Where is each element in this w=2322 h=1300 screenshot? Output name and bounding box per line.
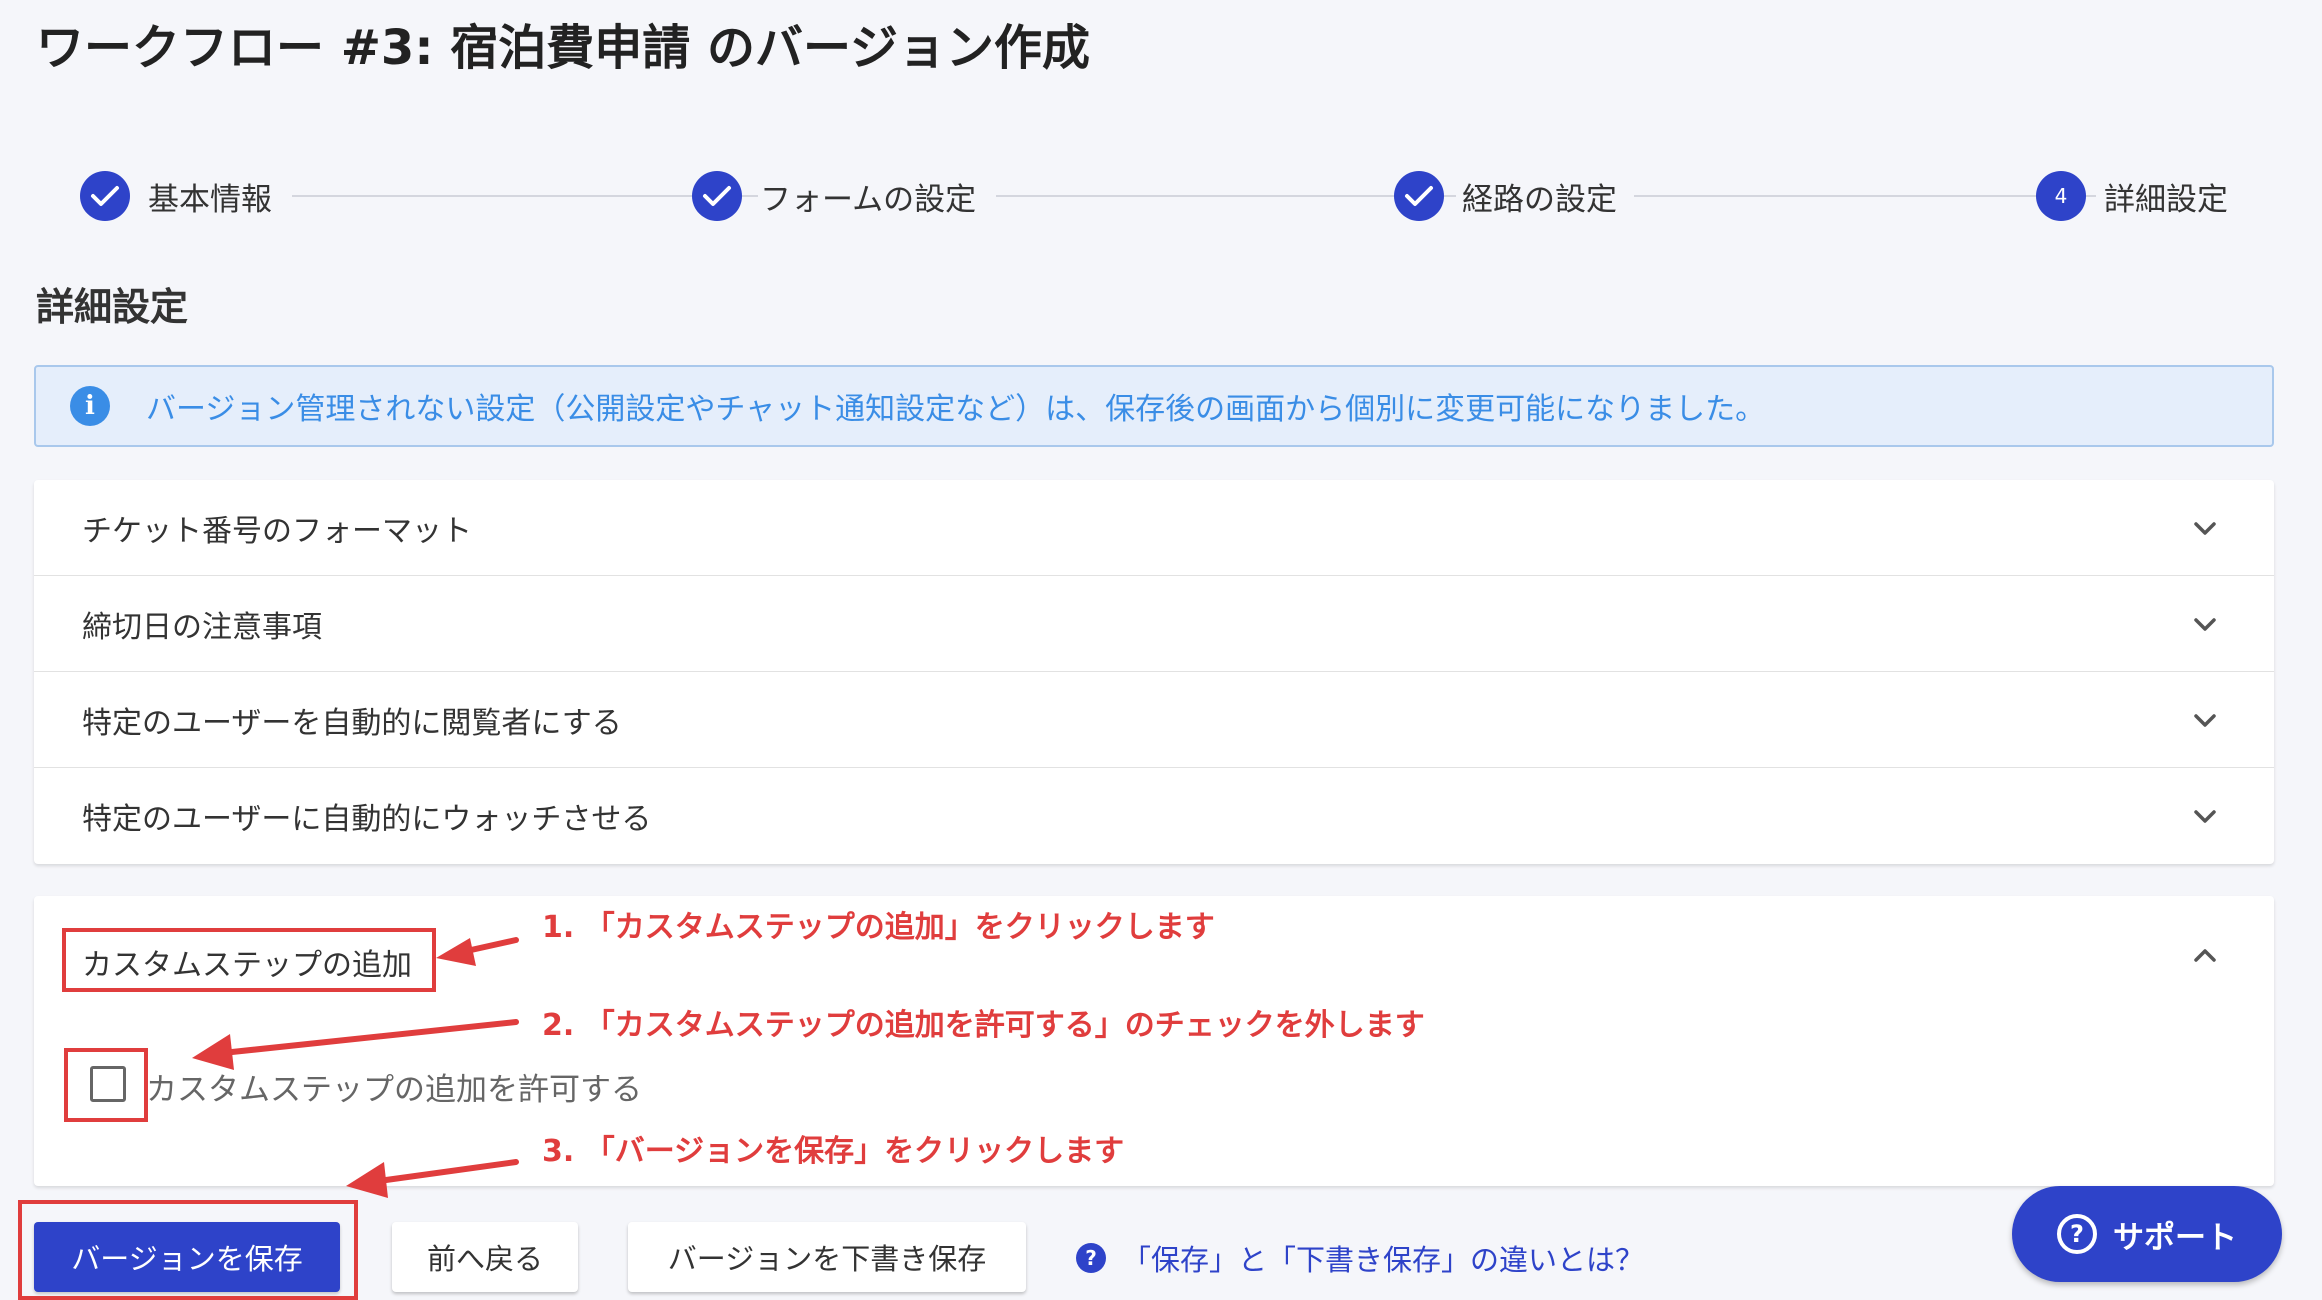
- accordion-label: 特定のユーザーに自動的にウォッチさせる: [82, 802, 652, 837]
- step-connector: [1634, 195, 2096, 197]
- accordion-deadline-notes[interactable]: 締切日の注意事項: [34, 576, 2274, 672]
- accordion-auto-watchers[interactable]: 特定のユーザーに自動的にウォッチさせる: [34, 768, 2274, 864]
- step-connector: [292, 195, 758, 197]
- check-icon: [692, 171, 742, 221]
- support-button[interactable]: ? サポート: [2012, 1186, 2282, 1282]
- accordion-ticket-number-format[interactable]: チケット番号のフォーマット: [34, 480, 2274, 576]
- annotation-step-1: 1. 「カスタムステップの追加」をクリックします: [542, 910, 1215, 945]
- step-form-settings[interactable]: フォームの設定: [692, 168, 976, 224]
- chevron-down-icon: [2194, 810, 2216, 823]
- allow-custom-step-label[interactable]: カスタムステップの追加を許可する: [146, 1064, 642, 1109]
- step-label: 詳細設定: [2104, 181, 2228, 218]
- settings-accordion: チケット番号のフォーマット 締切日の注意事項 特定のユーザーを自動的に閲覧者にす…: [34, 480, 2274, 864]
- page-title: ワークフロー #3: 宿泊費申請 のバージョン作成: [36, 20, 1090, 76]
- chevron-down-icon: [2194, 617, 2216, 631]
- step-basic-info[interactable]: 基本情報: [80, 168, 272, 224]
- accordion-label: 特定のユーザーを自動的に閲覧者にする: [82, 705, 622, 741]
- question-icon: ?: [1076, 1243, 1106, 1273]
- chevron-up-icon[interactable]: [2192, 944, 2218, 968]
- annotation-highlight-box: [64, 1048, 148, 1122]
- accordion-label: チケット番号のフォーマット: [82, 513, 472, 549]
- step-label: 基本情報: [148, 181, 272, 218]
- stepper: 基本情報 フォームの設定 経路の設定 4 詳細設定: [80, 168, 2230, 224]
- step-label: 経路の設定: [1462, 181, 1617, 218]
- save-difference-help-link[interactable]: ? 「保存」と「下書き保存」の違いとは？: [1076, 1236, 1644, 1280]
- step-route-settings[interactable]: 経路の設定: [1394, 168, 1617, 224]
- check-icon: [80, 171, 130, 221]
- support-label: サポート: [2113, 1219, 2237, 1256]
- annotation-step-3: 3. 「バージョンを保存」をクリックします: [542, 1134, 1125, 1169]
- back-button[interactable]: 前へ戻る: [392, 1222, 578, 1292]
- annotation-highlight-box: [62, 928, 436, 992]
- question-circle-icon: ?: [2057, 1214, 2097, 1254]
- chevron-down-icon: [2194, 521, 2216, 535]
- info-alert: i バージョン管理されない設定（公開設定やチャット通知設定など）は、保存後の画面…: [34, 365, 2274, 447]
- alert-text: バージョン管理されない設定（公開設定やチャット通知設定など）は、保存後の画面から…: [146, 392, 1766, 427]
- info-icon: i: [70, 386, 110, 426]
- section-title: 詳細設定: [36, 285, 189, 329]
- step-connector: [996, 195, 1456, 197]
- step-advanced-settings[interactable]: 4 詳細設定: [2036, 168, 2228, 224]
- annotation-step-2: 2. 「カスタムステップの追加を許可する」のチェックを外します: [542, 1008, 1425, 1043]
- accordion-auto-viewers[interactable]: 特定のユーザーを自動的に閲覧者にする: [34, 672, 2274, 768]
- accordion-label: 締切日の注意事項: [82, 609, 322, 645]
- step-number-badge: 4: [2036, 171, 2086, 221]
- check-icon: [1394, 171, 1444, 221]
- chevron-down-icon: [2194, 713, 2216, 727]
- help-link-text: 「保存」と「下書き保存」の違いとは？: [1122, 1243, 1645, 1277]
- annotation-highlight-box: [18, 1200, 358, 1300]
- step-label: フォームの設定: [760, 181, 977, 218]
- save-draft-button[interactable]: バージョンを下書き保存: [628, 1222, 1026, 1292]
